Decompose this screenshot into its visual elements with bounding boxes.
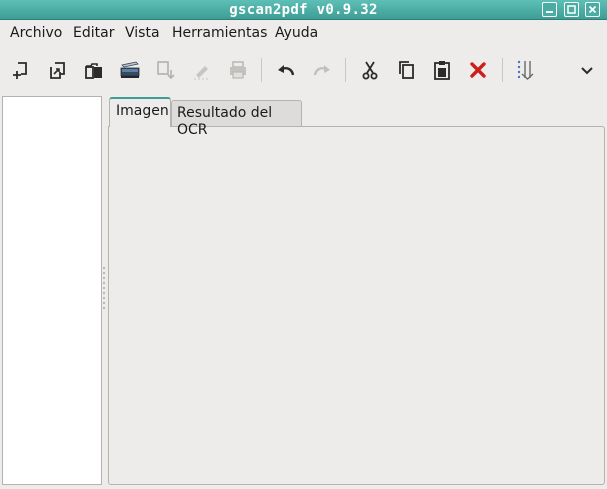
renumber-icon	[517, 60, 534, 80]
open-folder-button[interactable]	[82, 58, 106, 82]
close-button[interactable]	[585, 2, 600, 17]
menu-herramientas[interactable]: Herramientas	[172, 25, 267, 42]
toolbar-overflow-button[interactable]	[575, 58, 599, 82]
new-page-icon	[13, 62, 27, 79]
pane-resize-handle[interactable]	[102, 265, 106, 315]
renumber-button[interactable]	[514, 58, 538, 82]
save-button[interactable]	[155, 58, 179, 82]
print-button[interactable]	[226, 58, 250, 82]
maximize-icon	[567, 5, 576, 14]
redo-button[interactable]	[310, 58, 334, 82]
edit-pencil-icon	[194, 66, 210, 80]
redo-icon	[313, 65, 330, 76]
scan-button[interactable]	[118, 58, 142, 82]
menu-editar[interactable]: Editar	[73, 25, 114, 42]
undo-icon	[278, 65, 295, 76]
paste-button[interactable]	[430, 58, 454, 82]
edit-button[interactable]	[190, 58, 214, 82]
save-icon	[157, 61, 175, 80]
window-title: gscan2pdf v0.9.32	[229, 2, 378, 18]
menu-ayuda[interactable]: Ayuda	[275, 25, 318, 42]
delete-button[interactable]	[466, 58, 490, 82]
import-icon	[50, 62, 65, 79]
copy-button[interactable]	[394, 58, 418, 82]
tab-resultado-ocr[interactable]: Resultado del OCR	[171, 100, 302, 138]
paste-icon	[434, 61, 450, 80]
app-window: gscan2pdf v0.9.32 Archivo Editar Vista H…	[0, 0, 607, 489]
toolbar-separator	[502, 58, 503, 82]
maximize-button[interactable]	[564, 2, 579, 17]
copy-icon	[399, 61, 414, 79]
toolbar-separator	[345, 58, 346, 82]
import-button[interactable]	[46, 58, 70, 82]
open-folder-icon	[85, 63, 102, 79]
page-thumbnail-list[interactable]	[2, 96, 102, 485]
toolbar	[0, 46, 607, 94]
menu-vista[interactable]: Vista	[125, 25, 160, 42]
scanner-icon	[120, 61, 140, 78]
cut-icon	[362, 61, 378, 80]
undo-button[interactable]	[274, 58, 298, 82]
tab-imagen[interactable]: Imagen	[109, 97, 171, 127]
toolbar-separator	[261, 58, 262, 82]
title-bar[interactable]: gscan2pdf v0.9.32	[0, 0, 607, 20]
menu-archivo[interactable]: Archivo	[10, 25, 62, 42]
image-view-panel[interactable]	[108, 126, 605, 485]
minimize-button[interactable]	[542, 2, 557, 17]
delete-icon	[470, 62, 486, 78]
close-icon	[588, 5, 597, 14]
overflow-chevron-icon	[581, 67, 593, 75]
new-page-button[interactable]	[9, 58, 33, 82]
menu-bar: Archivo Editar Vista Herramientas Ayuda	[0, 21, 607, 46]
cut-button[interactable]	[358, 58, 382, 82]
minimize-icon	[546, 11, 553, 13]
print-icon	[230, 61, 246, 79]
